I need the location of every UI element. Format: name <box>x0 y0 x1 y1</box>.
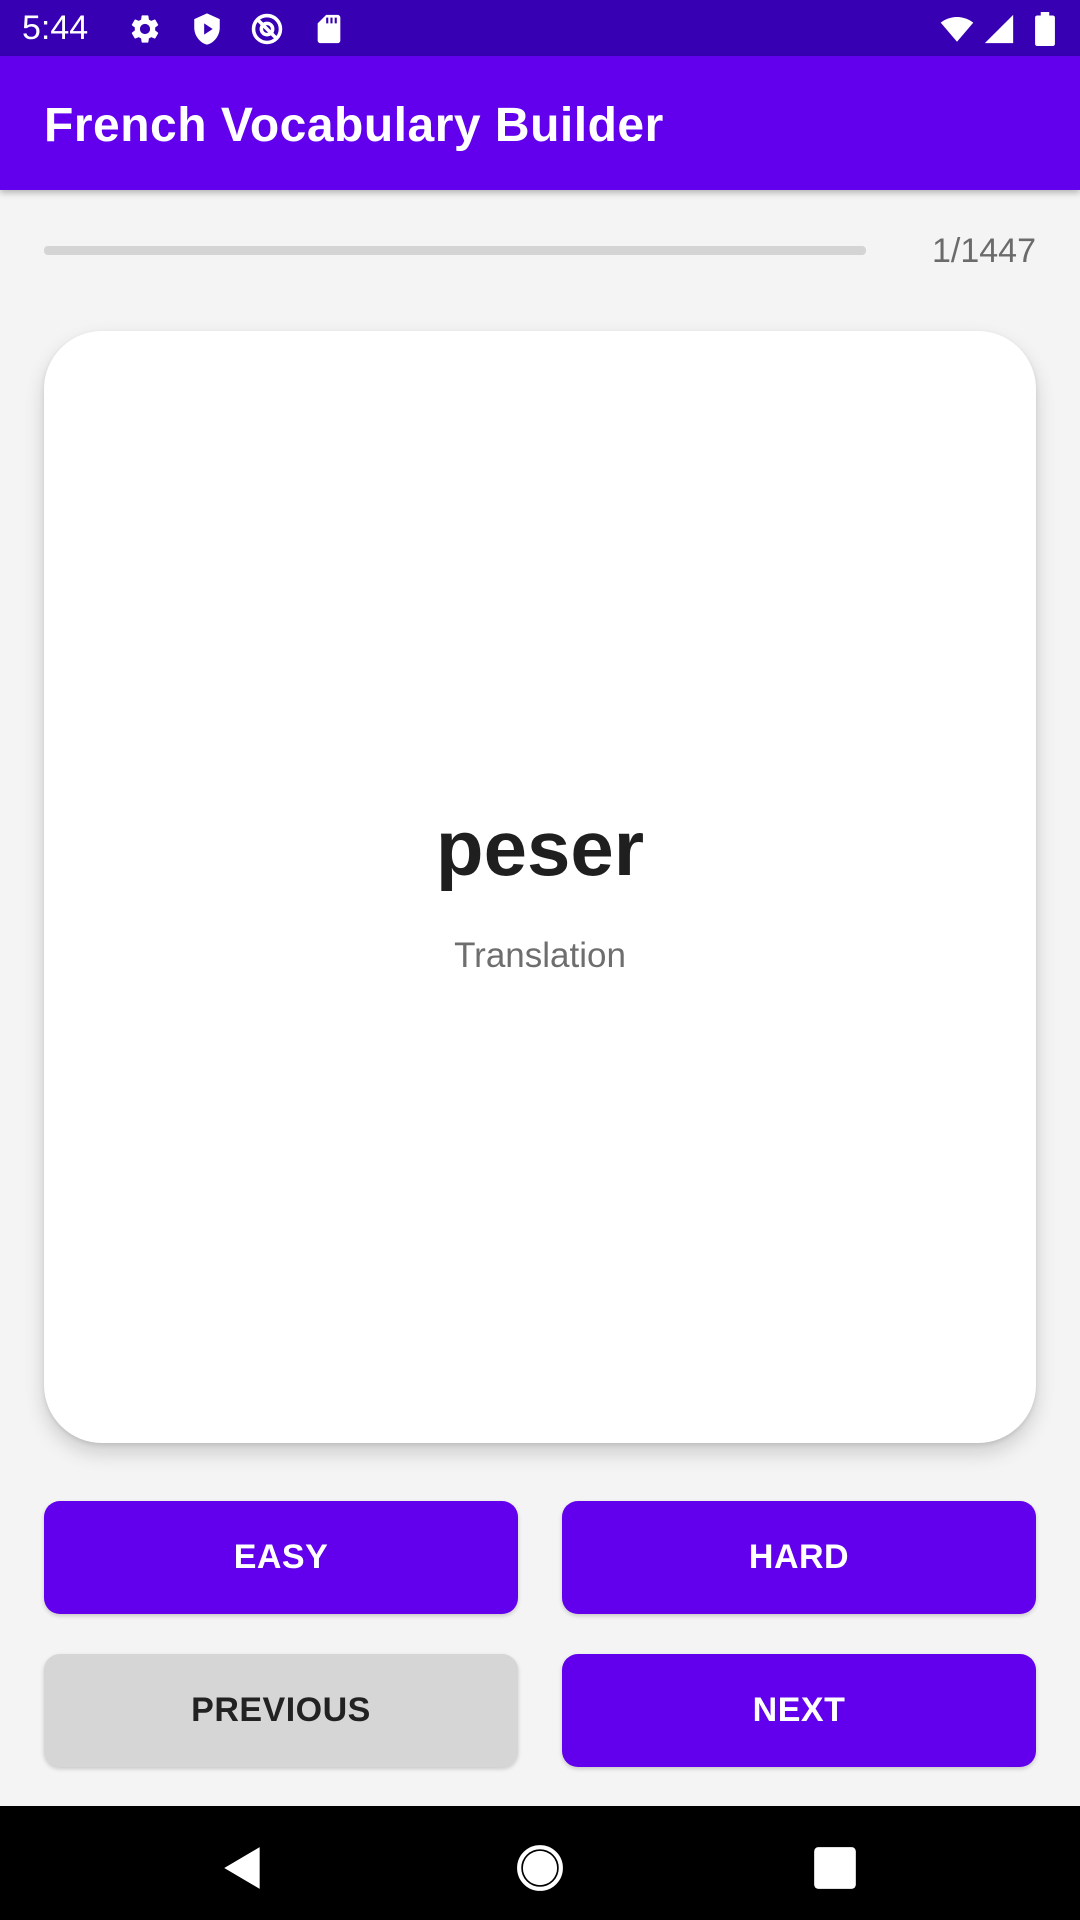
flashcard[interactable]: peser Translation <box>44 331 1036 1443</box>
recents-icon[interactable] <box>810 1843 860 1893</box>
signal-icon <box>982 12 1016 46</box>
settings-icon <box>128 12 162 46</box>
back-icon[interactable] <box>218 1843 268 1893</box>
app-bar: French Vocabulary Builder <box>0 56 1080 190</box>
easy-button[interactable]: EASY <box>44 1501 518 1614</box>
home-icon[interactable] <box>515 1843 565 1893</box>
next-button[interactable]: NEXT <box>562 1654 1036 1767</box>
status-bar: 5:44 <box>0 0 1080 56</box>
flashcard-translation: Translation <box>454 936 626 975</box>
flashcard-word: peser <box>435 804 645 892</box>
shield-play-icon <box>190 12 224 46</box>
status-time: 5:44 <box>22 9 89 47</box>
progress-count: 1/1447 <box>932 232 1036 270</box>
sd-card-icon <box>312 12 346 46</box>
navigation-bar <box>0 1806 1080 1920</box>
at-sign-icon <box>250 12 284 46</box>
hard-button[interactable]: HARD <box>562 1501 1036 1614</box>
progress-bar <box>44 246 866 255</box>
app-title: French Vocabulary Builder <box>44 99 664 152</box>
wifi-icon <box>936 12 978 46</box>
previous-button[interactable]: PREVIOUS <box>44 1654 518 1767</box>
battery-icon <box>1030 12 1060 46</box>
